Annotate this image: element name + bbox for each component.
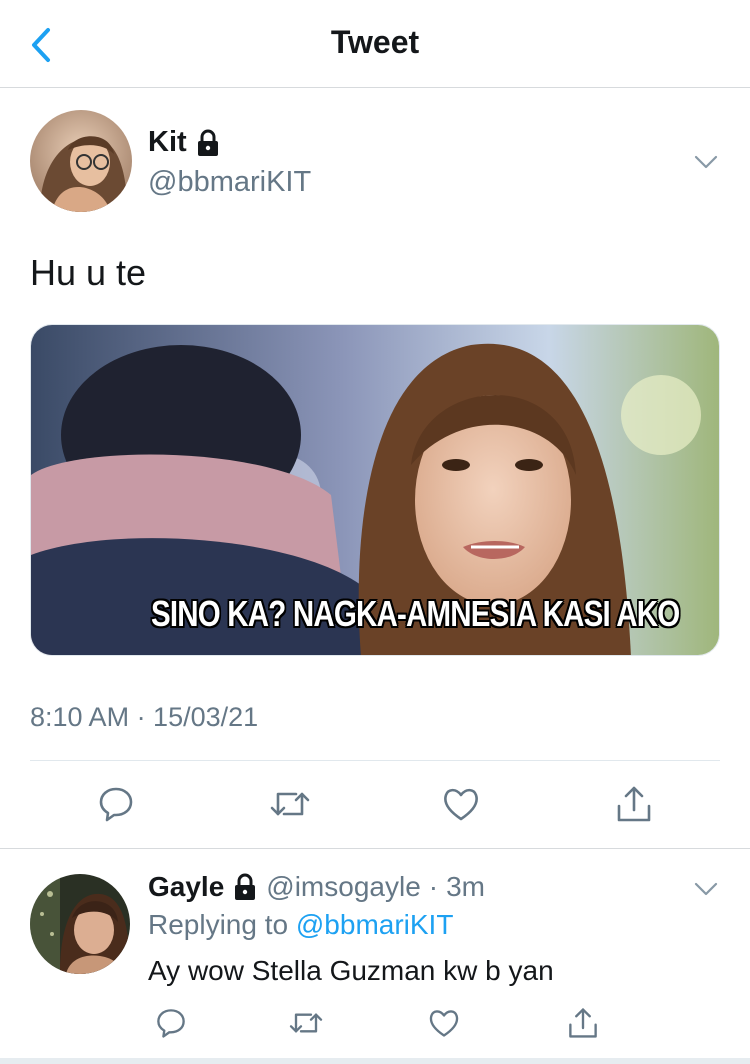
reply-header: Gayle @imsogayle · 3m [148, 871, 485, 903]
reply-button[interactable] [96, 784, 136, 824]
reply-text: Ay wow Stella Guzman kw b yan [148, 955, 554, 986]
replying-to-line: Replying to @bbmariKIT [148, 909, 453, 941]
author-display-name[interactable]: Kit [148, 126, 187, 159]
share-button[interactable] [614, 784, 654, 824]
retweet-icon [270, 792, 310, 816]
replying-to-label: Replying to [148, 909, 289, 940]
lock-icon [235, 873, 256, 900]
replying-to-link[interactable]: @bbmariKIT [296, 909, 454, 940]
reply-time: 3m [446, 871, 485, 902]
avatar[interactable] [30, 874, 130, 974]
divider [0, 1058, 750, 1064]
reply-author-name[interactable]: Gayle [148, 871, 224, 903]
like-button[interactable] [427, 1006, 461, 1040]
reply-icon [157, 1009, 185, 1038]
chevron-down-icon [694, 882, 718, 896]
lock-icon [197, 129, 218, 156]
share-icon [617, 786, 651, 822]
reply-icon [99, 787, 133, 822]
author-name-row: Kit [148, 126, 221, 159]
reply-action-bar [0, 1004, 750, 1048]
tweet-author-header: Kit @bbmariKIT [30, 110, 720, 214]
reply-author-handle[interactable]: @imsogayle [266, 871, 420, 903]
reply-options-button[interactable] [692, 875, 720, 903]
share-button[interactable] [566, 1006, 600, 1040]
reply-tweet[interactable]: Gayle @imsogayle · 3m Replying to @bbmar… [0, 849, 750, 1064]
retweet-icon [289, 1013, 323, 1033]
share-icon [569, 1008, 597, 1038]
author-handle[interactable]: @bbmariKIT [148, 166, 311, 199]
retweet-button[interactable] [289, 1006, 323, 1040]
reply-button[interactable] [154, 1006, 188, 1040]
tweet-text: Hu u te [30, 252, 147, 293]
page-title: Tweet [330, 24, 420, 60]
divider [30, 760, 720, 761]
like-button[interactable] [441, 784, 481, 824]
like-icon [429, 1010, 459, 1037]
media-caption: SINO KA? NAGKA-AMNESIA KASI AKO [151, 593, 680, 634]
chevron-down-icon [694, 155, 718, 169]
top-nav-bar: Tweet [0, 0, 750, 88]
like-icon [444, 788, 478, 821]
retweet-button[interactable] [270, 784, 310, 824]
tweet-media-image[interactable]: SINO KA? NAGKA-AMNESIA KASI AKO [30, 324, 720, 656]
tweet-action-bar [0, 776, 750, 832]
tweet-options-button[interactable] [692, 148, 720, 176]
tweet-timestamp: 8:10 AM · 15/03/21 [30, 702, 259, 732]
avatar[interactable] [30, 110, 132, 212]
separator-dot: · [428, 871, 439, 902]
